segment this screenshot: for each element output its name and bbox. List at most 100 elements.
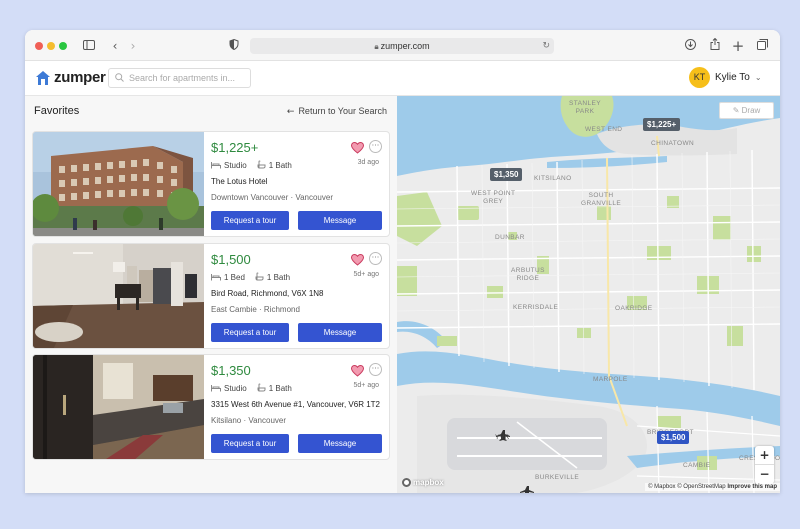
listing-meta: Studio 1 Bath <box>211 383 292 394</box>
request-tour-button[interactable]: Request a tour <box>211 211 289 230</box>
listing-neighborhood: East Cambie · Richmond <box>211 305 300 314</box>
request-tour-button[interactable]: Request a tour <box>211 323 289 342</box>
search-input[interactable] <box>129 73 247 83</box>
more-options-icon[interactable]: ··· <box>369 252 382 265</box>
mapbox-logo[interactable]: mapbox <box>402 478 444 487</box>
search-icon <box>115 69 124 87</box>
listing-price: $1,350 <box>211 363 251 378</box>
bath-icon <box>255 272 264 283</box>
map-label-arbutus-ridge: ARBUTUS RIDGE <box>511 267 545 282</box>
forward-icon[interactable]: › <box>125 38 141 54</box>
map-label-west-point-grey: WEST POINT GREY <box>471 190 516 205</box>
beds-text: 1 Bed <box>224 273 245 282</box>
map-label-burkeville: BURKEVILLE <box>535 474 580 481</box>
map-label-kitsilano: KITSILANO <box>534 175 572 182</box>
mapbox-label: mapbox <box>413 478 444 487</box>
listing-price: $1,500 <box>211 252 251 267</box>
message-button[interactable]: Message <box>298 211 382 230</box>
map-label-yvr: YVR <box>495 434 510 441</box>
page-title: Favorites <box>34 105 80 117</box>
map-label-dunbar: DUNBAR <box>495 234 525 241</box>
listing-info: $1,500 ··· 5d+ ago 1 Bed 1 Bath Bird Roa… <box>211 244 387 348</box>
return-to-search-link[interactable]: ← Return to Your Search <box>287 106 387 117</box>
map-label-west-end: WEST END <box>585 126 623 133</box>
avatar: KT <box>689 67 710 88</box>
share-icon[interactable] <box>707 37 723 54</box>
map-label-chinatown: CHINATOWN <box>651 140 695 147</box>
listing-photo[interactable] <box>33 355 204 459</box>
zoom-controls: + − <box>755 446 774 484</box>
logo-text: zumper <box>54 69 106 86</box>
maximize-window-button[interactable] <box>59 42 67 50</box>
listing-age: 5d+ ago <box>353 271 380 278</box>
message-button[interactable]: Message <box>298 323 382 342</box>
house-icon <box>35 70 51 86</box>
request-tour-button[interactable]: Request a tour <box>211 434 289 453</box>
back-icon[interactable]: ‹ <box>107 38 123 54</box>
listing-neighborhood: Kitsilano · Vancouver <box>211 416 286 425</box>
map-price-pin[interactable]: $1,350 <box>490 168 523 181</box>
address-bar[interactable]: 🔒︎ zumper.com ↻ <box>250 38 554 54</box>
reload-icon[interactable]: ↻ <box>542 38 550 54</box>
app-header: zumper KT Kylie To ⌄ <box>25 61 780 96</box>
attribution-text[interactable]: © Mapbox © OpenStreetMap <box>648 484 726 490</box>
map-view[interactable]: STANLEY PARK WEST END CHINATOWN KITSILANO… <box>397 96 780 493</box>
listing-name: The Lotus Hotel <box>211 177 268 186</box>
message-button[interactable]: Message <box>298 434 382 453</box>
listing-info: $1,225+ ··· 3d ago Studio 1 Bath The Lot… <box>211 132 387 236</box>
baths-text: 1 Bath <box>268 161 292 170</box>
return-label: Return to Your Search <box>298 106 387 116</box>
close-window-button[interactable] <box>35 42 43 50</box>
user-name: Kylie To <box>715 72 750 83</box>
more-options-icon[interactable]: ··· <box>369 363 382 376</box>
favorites-panel: Favorites ← Return to Your Search $1,225… <box>25 96 397 493</box>
user-menu[interactable]: KT Kylie To ⌄ <box>689 67 762 88</box>
map-price-pin[interactable]: $1,500 <box>657 431 690 444</box>
shield-icon[interactable] <box>226 38 242 54</box>
listing-age: 5d+ ago <box>353 382 380 389</box>
map-label-kerrisdale: KERRISDALE <box>513 304 559 311</box>
map-label-stanley-park: STANLEY PARK <box>569 100 601 115</box>
map-attribution: © Mapbox © OpenStreetMap Improve this ma… <box>645 483 780 491</box>
download-icon[interactable] <box>682 38 698 54</box>
map-price-pin[interactable]: $1,225+ <box>643 118 681 131</box>
map-label-south-granville: SOUTH GRANVILLE <box>581 192 622 207</box>
listing-card[interactable]: $1,350 ··· 5d+ ago Studio 1 Bath 3315 We… <box>32 354 390 460</box>
draw-label: Draw <box>741 106 761 115</box>
mapbox-icon <box>402 478 411 487</box>
listing-name: 3315 West 6th Avenue #1, Vancouver, V6R … <box>211 400 381 409</box>
heart-icon[interactable] <box>350 364 365 377</box>
new-tab-icon[interactable]: + <box>730 38 746 54</box>
arrow-left-icon: ← <box>286 107 295 117</box>
bed-icon <box>211 384 221 394</box>
listing-photo[interactable] <box>33 244 204 348</box>
baths-text: 1 Bath <box>268 384 292 393</box>
listing-card[interactable]: $1,500 ··· 5d+ ago 1 Bed 1 Bath Bird Roa… <box>32 243 390 349</box>
more-options-icon[interactable]: ··· <box>369 140 382 153</box>
zoom-in-button[interactable]: + <box>755 446 774 465</box>
search-box[interactable] <box>108 68 251 88</box>
bath-icon <box>257 160 266 171</box>
map-label-marpole: MARPOLE <box>593 376 628 383</box>
minimize-window-button[interactable] <box>47 42 55 50</box>
bath-icon <box>257 383 266 394</box>
heart-icon[interactable] <box>350 253 365 266</box>
map-label-oakridge: OAKRIDGE <box>615 305 653 312</box>
tabs-overview-icon[interactable] <box>754 38 770 54</box>
map-canvas[interactable] <box>397 96 780 493</box>
bed-icon <box>211 273 221 283</box>
browser-toolbar: ‹ › 🔒︎ zumper.com ↻ + <box>25 30 780 61</box>
zumper-logo[interactable]: zumper <box>35 69 106 86</box>
bed-icon <box>211 161 221 171</box>
pencil-icon: ✎ <box>732 106 740 115</box>
listing-card[interactable]: $1,225+ ··· 3d ago Studio 1 Bath The Lot… <box>32 131 390 237</box>
beds-text: Studio <box>224 161 247 170</box>
heart-icon[interactable] <box>350 141 365 154</box>
sidebar-icon[interactable] <box>81 38 97 54</box>
zoom-out-button[interactable]: − <box>755 465 774 484</box>
improve-map-link[interactable]: Improve this map <box>727 484 777 490</box>
browser-window: ‹ › 🔒︎ zumper.com ↻ + zumper Search for … <box>25 30 780 493</box>
listing-photo[interactable] <box>33 132 204 236</box>
listing-name: Bird Road, Richmond, V6X 1N8 <box>211 289 324 298</box>
draw-button[interactable]: ✎ Draw <box>719 102 774 119</box>
